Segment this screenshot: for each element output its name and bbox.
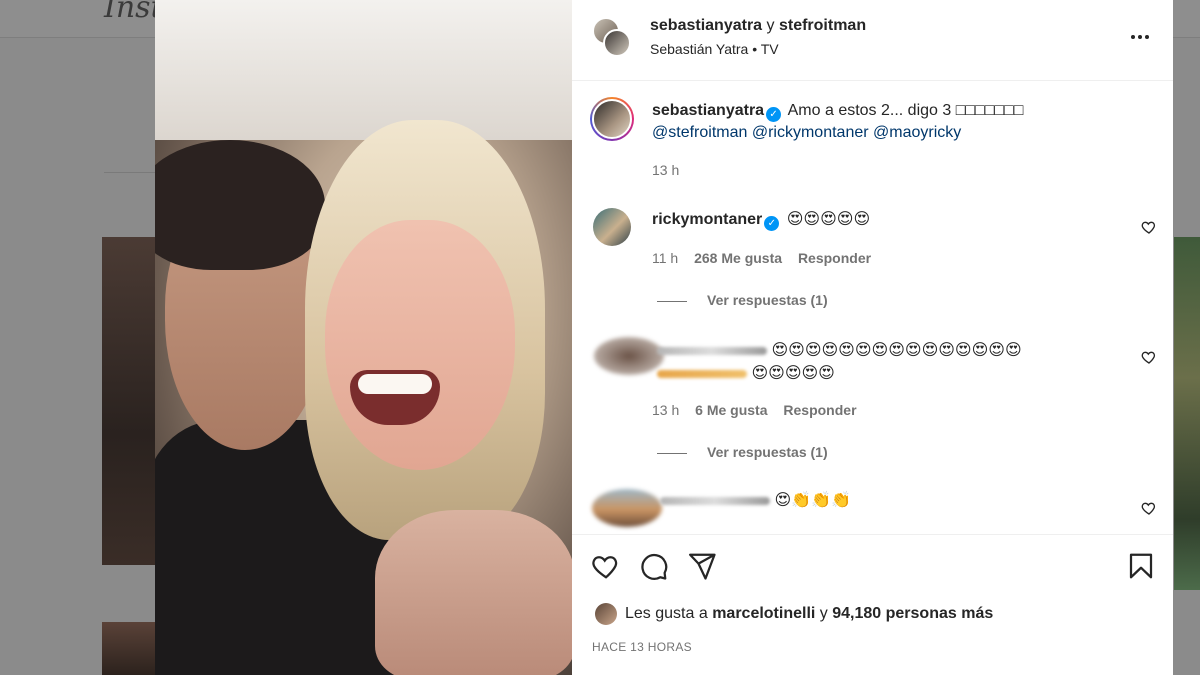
verified-badge-icon: ✓ <box>764 216 780 231</box>
post-timestamp[interactable]: HACE 13 HORAS <box>592 640 692 654</box>
video-person-face-smiling <box>325 220 515 470</box>
more-horizontal-icon <box>1131 35 1149 39</box>
caption-avatar[interactable] <box>590 97 634 141</box>
comment-body: 😍👏👏👏 <box>660 489 851 512</box>
comment-time[interactable]: 11 h <box>652 250 678 266</box>
post-header: sebastianyatra y stefroitman Sebastián Y… <box>572 0 1173 81</box>
comment-body: 😍😍😍😍😍😍😍😍😍😍😍😍😍😍😍 😍😍😍😍😍 <box>657 339 1127 385</box>
likes-conjunction: y <box>819 605 828 622</box>
video-person-hair <box>155 140 325 270</box>
mention-link[interactable]: @maoyricky <box>873 124 961 141</box>
reply-button[interactable]: Responder <box>798 250 871 266</box>
liker-link[interactable]: marcelotinelli <box>712 605 815 622</box>
comment-meta: 13 h 6 Me gusta Responder <box>652 402 857 418</box>
authors-conjunction: y <box>766 17 775 34</box>
blurred-username[interactable] <box>657 346 767 355</box>
caption-text: Amo a estos 2... digo 3 □□□□□□□ <box>787 102 1024 119</box>
post-side-panel: sebastianyatra y stefroitman Sebastián Y… <box>572 0 1173 675</box>
video-teeth <box>358 374 432 394</box>
likes-text: Les gusta a marcelotinelli y 94,180 pers… <box>625 605 993 623</box>
video-background-wall <box>155 0 572 140</box>
avatar <box>603 29 631 57</box>
background-thumbnail-left-bottom[interactable] <box>102 622 156 675</box>
post-caption: sebastianyatra ✓ Amo a estos 2... digo 3 … <box>652 100 1152 144</box>
comment-body: rickymontaner ✓ 😍😍😍😍😍 <box>652 208 870 231</box>
coauthor-link[interactable]: stefroitman <box>779 17 866 34</box>
caption-username[interactable]: sebastianyatra <box>652 102 764 119</box>
heart-icon[interactable] <box>591 551 621 581</box>
comment-time[interactable]: 13 h <box>652 402 679 418</box>
video-hand <box>375 510 572 675</box>
avatar <box>592 99 632 139</box>
bookmark-icon[interactable] <box>1126 551 1156 581</box>
blurred-emojis <box>657 369 747 378</box>
mention-link[interactable]: @rickymontaner <box>752 124 869 141</box>
more-options-button[interactable] <box>1129 26 1151 48</box>
send-icon[interactable] <box>687 551 717 581</box>
comment-text-line1: 😍😍😍😍😍😍😍😍😍😍😍😍😍😍😍 <box>771 340 1022 359</box>
caption-time[interactable]: 13 h <box>652 162 679 178</box>
likes-count-link[interactable]: 94,180 personas más <box>832 605 993 622</box>
comment-avatar-blurred[interactable] <box>594 337 664 375</box>
likes-prefix: Les gusta a <box>625 605 708 622</box>
mention-link[interactable]: @stefroitman <box>652 124 747 141</box>
post-subtitle[interactable]: Sebastián Yatra • TV <box>650 41 779 57</box>
view-replies-button[interactable]: Ver respuestas (1) <box>657 292 828 308</box>
reply-button[interactable]: Responder <box>783 402 856 418</box>
post-authors: sebastianyatra y stefroitman <box>650 17 866 35</box>
comment-text: 😍👏👏👏 <box>774 490 851 509</box>
comment-like-heart-icon[interactable] <box>1141 349 1157 365</box>
comment-icon[interactable] <box>639 551 669 581</box>
comment-like-heart-icon[interactable] <box>1141 500 1157 516</box>
view-replies-label: Ver respuestas (1) <box>707 292 828 308</box>
comment-avatar-blurred[interactable] <box>592 489 662 527</box>
blurred-username[interactable] <box>660 496 770 505</box>
view-replies-button[interactable]: Ver respuestas (1) <box>657 444 828 460</box>
comment-like-heart-icon[interactable] <box>1141 219 1157 235</box>
collab-avatars[interactable] <box>592 17 636 59</box>
background-thumbnail-right[interactable] <box>1174 237 1200 590</box>
replies-divider <box>657 452 687 454</box>
background-divider <box>104 172 156 173</box>
verified-badge-icon: ✓ <box>766 107 782 122</box>
avatar[interactable] <box>595 603 617 625</box>
comment-username[interactable]: rickymontaner <box>652 211 762 228</box>
comment-likes-count[interactable]: 6 Me gusta <box>695 402 767 418</box>
comment-text-line2: 😍😍😍😍😍 <box>751 363 835 382</box>
comment-meta: 11 h 268 Me gusta Responder <box>652 250 871 266</box>
replies-divider <box>657 300 687 302</box>
comment-likes-count[interactable]: 268 Me gusta <box>694 250 782 266</box>
background-thumbnail-left[interactable] <box>102 237 156 565</box>
post-video[interactable] <box>155 0 572 675</box>
comment-avatar[interactable] <box>593 208 631 246</box>
view-replies-label: Ver respuestas (1) <box>707 444 828 460</box>
comment-text: 😍😍😍😍😍 <box>786 209 871 228</box>
author-link[interactable]: sebastianyatra <box>650 17 762 34</box>
post-action-bar <box>572 534 1173 598</box>
